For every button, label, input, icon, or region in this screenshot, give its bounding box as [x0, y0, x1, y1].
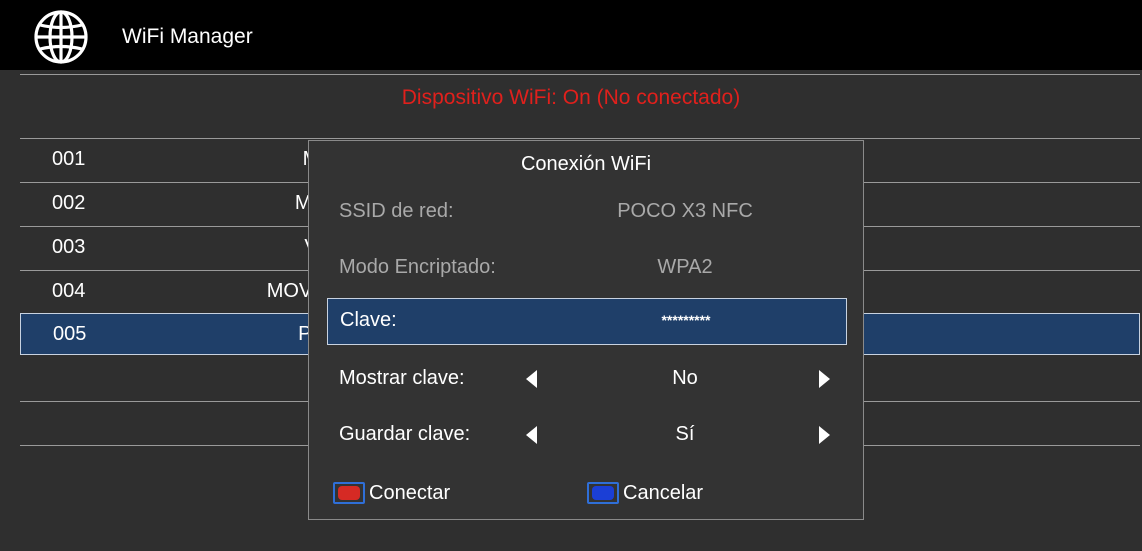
- save-password-value: Sí: [675, 423, 695, 445]
- wifi-connection-dialog: Conexión WiFi SSID de red: POCO X3 NFC M…: [308, 140, 864, 520]
- arrow-left-icon[interactable]: [526, 426, 537, 444]
- show-password-value: No: [672, 367, 698, 389]
- connect-label: Conectar: [369, 482, 451, 504]
- globe-icon: [34, 10, 88, 64]
- password-value[interactable]: *********: [574, 312, 798, 328]
- cancel-label: Cancelar: [623, 482, 704, 504]
- arrow-right-icon[interactable]: [819, 426, 830, 444]
- encryption-mode-value: WPA2: [657, 256, 713, 278]
- dialog-title: Conexión WiFi: [520, 153, 652, 175]
- save-password-selector[interactable]: Guardar clave: Sí: [327, 412, 847, 456]
- save-password-label: Guardar clave:: [339, 423, 471, 445]
- app-title: WiFi Manager: [122, 25, 253, 48]
- blue-key-icon: [587, 482, 619, 504]
- arrow-left-icon[interactable]: [526, 370, 537, 388]
- show-password-label: Mostrar clave:: [339, 367, 465, 389]
- ssid-label: SSID de red:: [339, 200, 454, 222]
- password-label: Clave:: [340, 309, 397, 331]
- ssid-field: SSID de red: POCO X3 NFC: [327, 189, 847, 233]
- divider: [20, 74, 1140, 75]
- password-field[interactable]: Clave: *********: [327, 298, 847, 345]
- show-password-selector[interactable]: Mostrar clave: No: [327, 356, 847, 400]
- ssid-value: POCO X3 NFC: [617, 200, 753, 222]
- red-key-icon: [333, 482, 365, 504]
- encryption-mode-field: Modo Encriptado: WPA2: [327, 245, 847, 289]
- arrow-right-icon[interactable]: [819, 370, 830, 388]
- wifi-status-text: Dispositivo WiFi: On (No conectado): [401, 86, 741, 109]
- title-bar: WiFi Manager: [0, 0, 1142, 70]
- encryption-mode-label: Modo Encriptado:: [339, 256, 496, 278]
